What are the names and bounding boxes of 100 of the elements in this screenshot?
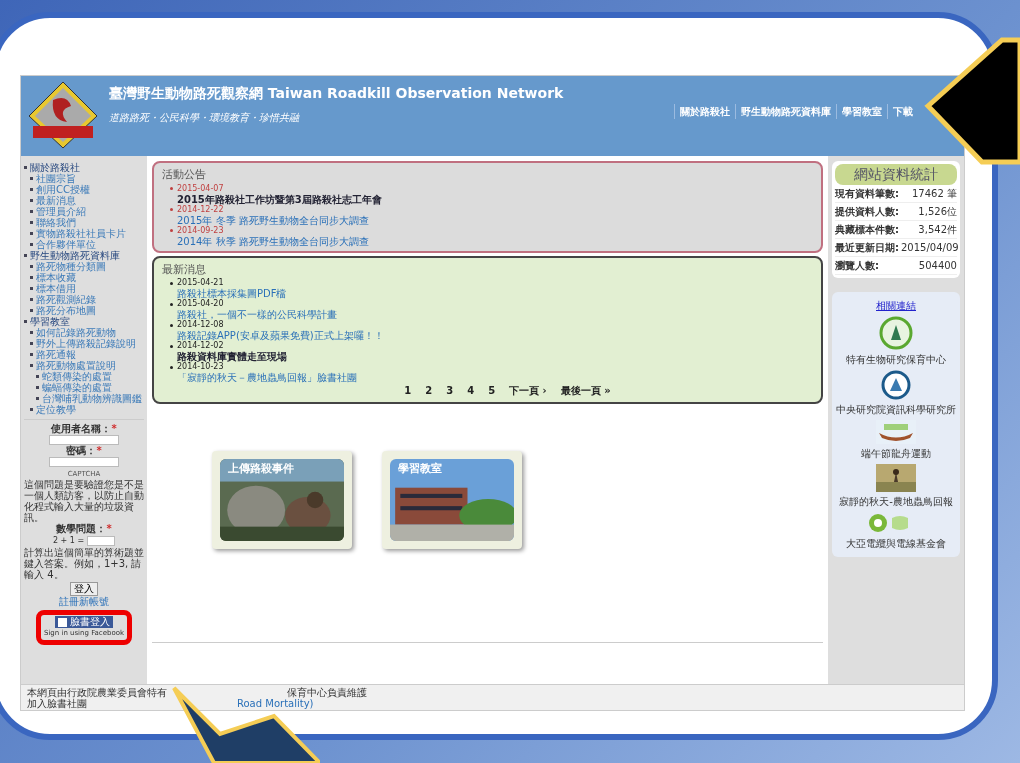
math-question: 2 + 1 = — [52, 535, 85, 547]
bullet-icon — [30, 221, 33, 224]
bullet-icon — [30, 276, 33, 279]
sidebar-link[interactable]: 路死通報 — [36, 349, 76, 360]
sidebar-link[interactable]: 關於路殺社 — [30, 162, 80, 173]
bullet-icon — [170, 323, 173, 327]
notice-text: 路殺資料庫實體走至現場 — [176, 351, 288, 362]
links-title[interactable]: 相關連結 — [876, 298, 916, 313]
bullet-icon — [30, 287, 33, 290]
nav-link[interactable]: 野生動物路死資料庫 — [735, 104, 836, 119]
partner-link[interactable]: 寂靜的秋天-農地蟲鳥回報 — [839, 494, 953, 509]
stat-label: 典藏標本件數: — [835, 223, 899, 237]
partner-link[interactable]: 中央研究院資訊科學研究所 — [836, 402, 956, 417]
bullet-icon — [24, 320, 27, 323]
answer-field[interactable] — [87, 536, 116, 546]
notice-link[interactable]: 「寂靜的秋天－農地蟲鳥回報」臉書社團 — [170, 372, 813, 383]
facebook-login-button[interactable]: 臉書登入 — [55, 616, 113, 628]
notice-date: 2014-10-23 — [177, 362, 224, 372]
facebook-icon — [58, 617, 67, 627]
bullet-icon — [30, 298, 33, 301]
page-link[interactable]: 5 — [488, 383, 496, 398]
stat-label: 提供資料人數: — [835, 205, 899, 219]
sidebar-link[interactable]: 蝙蝠傳染的處置 — [42, 382, 112, 393]
notice-date: 2015-04-21 — [177, 278, 224, 288]
bullet-icon — [24, 166, 27, 169]
sidebar-link[interactable]: 合作夥伴單位 — [36, 239, 96, 250]
stat-value: 2015/04/09 — [901, 241, 959, 255]
sidebar-link[interactable]: 路死物種分類圖 — [36, 261, 106, 272]
sidebar-link[interactable]: 標本收藏 — [36, 272, 76, 283]
nav-link[interactable]: 關於路殺社 — [674, 104, 735, 119]
sidebar-link[interactable]: 學習教室 — [30, 316, 70, 327]
sidebar-link[interactable]: 創用CC授權 — [36, 184, 90, 195]
partner-link[interactable]: 大亞電纜與電線基金會 — [846, 536, 946, 551]
feature-card[interactable]: 上傳路殺事件 — [212, 451, 352, 549]
stats-title: 網站資料統計 — [835, 164, 957, 185]
bullet-icon — [30, 309, 33, 312]
sidebar-link[interactable]: 最新消息 — [36, 195, 76, 206]
stat-value: 1,526位 — [918, 205, 957, 219]
page-link[interactable]: 下一頁 › — [509, 383, 547, 398]
sidebar-link[interactable]: 管理員介紹 — [36, 206, 86, 217]
notice-date: 2014-12-08 — [177, 320, 224, 330]
notice-link[interactable]: 2014年 秋季 路死野生動物全台同步大調查 — [170, 235, 813, 247]
bullet-icon — [30, 331, 33, 334]
notice-link[interactable]: 路殺社標本採集圖PDF檔 — [170, 288, 813, 299]
site-logo-icon[interactable] — [27, 80, 99, 150]
footer-link[interactable]: Road Mortality) — [237, 697, 314, 709]
stat-value: 504400 — [918, 259, 957, 273]
page-link[interactable]: 2 — [425, 383, 433, 398]
bullet-icon — [170, 229, 173, 232]
partner-link[interactable]: 端午節龍舟運動 — [861, 446, 931, 461]
sidebar-link[interactable]: 野外上傳路殺記錄說明 — [36, 338, 136, 349]
bullet-icon — [36, 386, 39, 389]
sidebar-link[interactable]: 路死觀測紀錄 — [36, 294, 96, 305]
notice-date: 2015-04-20 — [177, 299, 224, 309]
sidebar-link[interactable]: 實物路殺社社員卡片 — [36, 228, 126, 239]
bullet-icon — [30, 364, 33, 367]
page-link[interactable]: 最後一頁 » — [560, 383, 611, 398]
stat-label: 瀏覽人數: — [835, 259, 879, 273]
page-link[interactable]: 4 — [467, 383, 475, 398]
sidebar-link[interactable]: 野生動物路死資料庫 — [30, 250, 120, 261]
stat-label: 最近更新日期: — [835, 241, 899, 255]
page-link[interactable]: 1 — [404, 383, 412, 398]
sidebar-link[interactable]: 聯絡我們 — [36, 217, 76, 228]
bullet-icon — [36, 375, 39, 378]
bullet-icon — [30, 408, 33, 411]
sidebar-link[interactable]: 蛇類傳染的處置 — [42, 371, 112, 382]
bullet-icon — [30, 353, 33, 356]
notice-date: 2014-12-02 — [177, 341, 224, 351]
bullet-icon — [30, 265, 33, 268]
sidebar-link[interactable]: 社團宗旨 — [36, 173, 76, 184]
emblem-icon[interactable] — [879, 316, 913, 350]
sidebar-link[interactable]: 路死分布地圖 — [36, 305, 96, 316]
bullet-icon — [30, 177, 33, 180]
input-field[interactable] — [49, 435, 119, 445]
partner-link[interactable]: 特有生物研究保育中心 — [846, 352, 946, 367]
captcha-text: 這個問題是要驗證您是不是一個人類訪客，以防止自動化程式輸入大量的垃圾資訊。 — [24, 479, 144, 523]
nav-link[interactable]: 學習教室 — [836, 104, 887, 119]
sidebar-link[interactable]: 台灣哺乳動物辨識圖鑑 — [42, 393, 142, 404]
bullet-icon — [24, 254, 27, 257]
sidebar-link[interactable]: 標本借用 — [36, 283, 76, 294]
math-hint: 計算出這個簡單的算術題並鍵入答案。例如，1+3, 請輸入 4。 — [24, 547, 144, 580]
sidebar-link[interactable]: 如何記錄路死動物 — [36, 327, 116, 338]
emblem-icon[interactable] — [881, 370, 911, 400]
notice-link[interactable]: 路殺記錄APP(安卓及蘋果免費)正式上架囉！！ — [170, 330, 813, 341]
card-title: 上傳路殺事件 — [228, 461, 294, 477]
bullet-icon — [30, 210, 33, 213]
notice-link[interactable]: 2015年 冬季 路死野生動物全台同步大調查 — [170, 214, 813, 226]
input-field[interactable] — [49, 457, 119, 467]
page-link[interactable]: 3 — [446, 383, 454, 398]
register-link[interactable]: 註冊新帳號 — [59, 596, 109, 608]
sidebar-link[interactable]: 定位教學 — [36, 404, 76, 415]
bullet-icon — [170, 281, 173, 285]
login-button[interactable]: 登入 — [70, 582, 98, 596]
nav-link[interactable]: 下載 — [887, 104, 918, 119]
panel-title: 最新消息 — [162, 261, 207, 278]
sidebar-link[interactable]: 路死動物處置說明 — [36, 360, 116, 371]
stat-value: 17462 筆 — [912, 187, 957, 201]
notice-link[interactable]: 路殺社，一個不一樣的公民科學計畫 — [170, 309, 813, 320]
stat-value: 3,542件 — [918, 223, 957, 237]
feature-card[interactable]: 學習教室 — [382, 451, 522, 549]
